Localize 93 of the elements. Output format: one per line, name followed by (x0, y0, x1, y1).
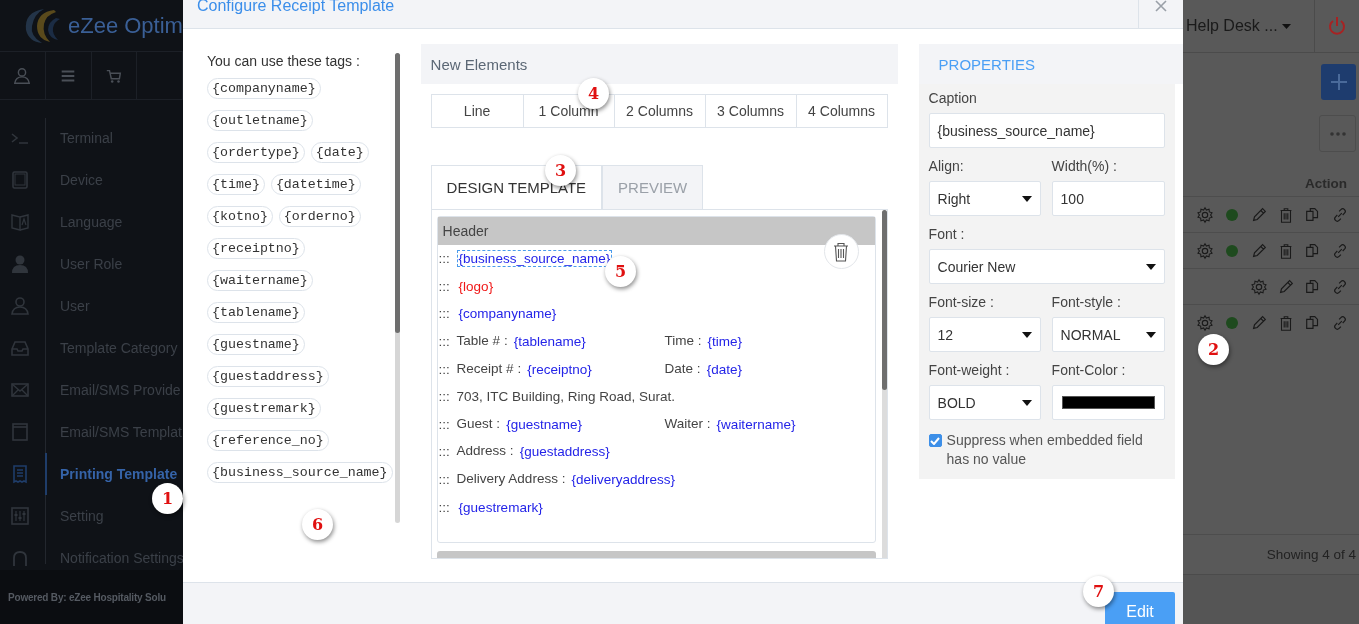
link-icon[interactable] (1331, 241, 1349, 260)
section-title: Header (437, 217, 875, 245)
drag-handle[interactable]: ::: (437, 416, 457, 432)
field-tag[interactable]: {date} (704, 360, 744, 378)
drag-handle[interactable]: ::: (437, 389, 457, 405)
drag-handle[interactable]: ::: (437, 334, 457, 350)
field-label: Waiter : (664, 415, 711, 433)
person-icon (10, 254, 30, 274)
pencil-icon[interactable] (1250, 205, 1268, 224)
field-tag[interactable]: {logo} (456, 277, 496, 295)
field-tag[interactable]: {receiptno} (525, 360, 594, 378)
field-label: Receipt # : (456, 360, 522, 378)
field-label: Delivery Address : (456, 471, 566, 489)
check-icon (930, 436, 941, 445)
mail-icon (10, 380, 30, 400)
drag-handle[interactable]: ::: (437, 278, 457, 294)
scrollbar[interactable] (394, 53, 400, 523)
settings-icon[interactable] (1196, 205, 1214, 224)
field-label: Font-size : (928, 294, 995, 310)
drag-handle[interactable]: ::: (437, 251, 457, 267)
field-label: Font-style : (1051, 294, 1122, 310)
select-field[interactable]: BOLD (928, 385, 1041, 420)
field-tag[interactable]: {deliveryaddress} (569, 471, 677, 489)
field-tag[interactable]: {guestremark} (456, 498, 545, 516)
plus-icon (1329, 73, 1348, 91)
footer-text: Powered By: eZee Hospitality Solu (8, 591, 166, 603)
field-tag[interactable]: {time} (705, 333, 745, 351)
drag-handle[interactable]: ::: (437, 444, 457, 460)
user-icon (10, 296, 30, 316)
logo-text: eZee Optim (68, 12, 183, 39)
section-header: New Elements (420, 44, 898, 84)
tags-heading: You can use these tags : (207, 53, 361, 69)
color-picker[interactable] (1051, 385, 1165, 420)
dialog-title: Configure Receipt Template (197, 0, 395, 15)
scrollbar[interactable] (881, 210, 887, 558)
input-field[interactable]: 100 (1051, 181, 1165, 216)
field-label: Font-weight : (928, 362, 1011, 378)
field-label: Date : (664, 360, 701, 378)
caret-icon (1021, 331, 1032, 338)
input-field[interactable]: {business_source_name} (928, 113, 1165, 148)
select-field[interactable]: 12 (928, 317, 1041, 352)
field-label: Time : (664, 333, 702, 351)
section-header: PROPERTIES (918, 44, 1183, 84)
select-field[interactable]: NORMAL (1051, 317, 1165, 352)
pencil-icon[interactable] (1277, 277, 1295, 296)
more-icon (1329, 131, 1346, 136)
select-field[interactable]: Right (928, 181, 1041, 216)
user-icon[interactable] (13, 66, 32, 85)
trash-icon (833, 241, 850, 262)
checkbox[interactable] (928, 434, 942, 447)
pencil-icon[interactable] (1250, 313, 1268, 332)
add-button[interactable] (1321, 64, 1356, 100)
sliders-icon (10, 506, 30, 526)
receipt-icon (10, 464, 30, 484)
field-label: Guest : (456, 415, 501, 433)
field-tag[interactable]: {waitername} (714, 415, 798, 433)
drag-handle[interactable]: ::: (437, 472, 457, 488)
field-tag[interactable]: {companyname} (456, 305, 559, 323)
caret-icon (1281, 23, 1291, 29)
tablet-icon (10, 170, 30, 190)
inbox-icon (10, 338, 30, 358)
drag-handle[interactable]: ::: (437, 306, 457, 322)
settings-icon[interactable] (1196, 313, 1214, 332)
link-icon[interactable] (1331, 313, 1349, 332)
caret-icon (1145, 331, 1156, 338)
settings-icon[interactable] (1196, 241, 1214, 260)
settings-icon[interactable] (1250, 277, 1268, 296)
pencil-icon[interactable] (1250, 241, 1268, 260)
more-button[interactable] (1319, 115, 1356, 152)
field-tag[interactable]: {guestaddress} (517, 443, 612, 461)
drag-handle[interactable]: ::: (437, 499, 457, 515)
field-label: Address : (456, 443, 514, 461)
field-tag[interactable]: {guestname} (504, 415, 584, 433)
bell-icon (10, 548, 30, 568)
drag-handle[interactable]: ::: (437, 361, 457, 377)
field-tag[interactable]: {tablename} (511, 333, 588, 351)
field-label: Align: (928, 158, 965, 174)
link-icon[interactable] (1331, 205, 1349, 224)
link-icon[interactable] (1331, 277, 1349, 296)
field-label: Font : (928, 226, 966, 242)
caret-icon (1021, 195, 1032, 202)
field-label: Table # : (456, 333, 508, 351)
field-label: Font-Color : (1051, 362, 1127, 378)
language-icon (10, 212, 30, 232)
select-field[interactable]: Courier New (928, 249, 1165, 284)
field-label: Caption (928, 90, 978, 106)
close-icon[interactable] (1155, 0, 1167, 12)
caret-icon (1145, 263, 1156, 270)
field-label: Width(%) : (1051, 158, 1118, 174)
checkbox-label: Suppress when embedded field has no value (946, 431, 1144, 469)
calendar-icon (10, 422, 30, 442)
caret-icon (1021, 399, 1032, 406)
field-label: 703, ITC Building, Ring Road, Surat. (456, 389, 675, 405)
